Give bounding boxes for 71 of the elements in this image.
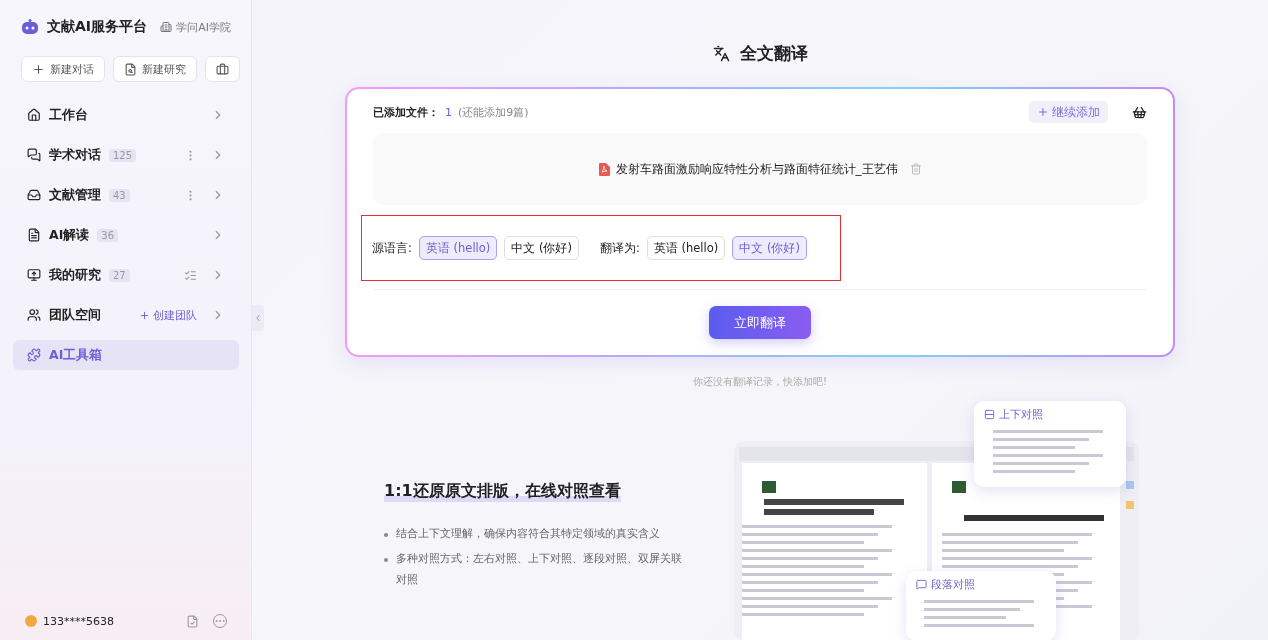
new-action-button[interactable]: 新建研究 <box>113 56 197 82</box>
count-badge: 27 <box>109 268 130 282</box>
briefcase-icon <box>216 62 229 76</box>
inbox-icon <box>27 188 41 202</box>
translate-icon <box>712 45 730 62</box>
files-label: 已添加文件： <box>373 104 439 120</box>
puzzle-icon <box>27 348 41 362</box>
people-icon <box>27 308 41 322</box>
home-icon <box>27 108 41 122</box>
nav-item[interactable]: 团队空间 创建团队 <box>13 300 239 330</box>
file-count: 1 <box>445 105 452 119</box>
pdf-file-icon <box>598 162 610 176</box>
nav-item[interactable]: 工作台 <box>13 100 239 130</box>
empty-history-note: 你还没有翻译记录，快添加吧! <box>693 375 827 389</box>
user-name: 133****5638 <box>43 614 114 628</box>
chevron-left-icon <box>253 313 263 323</box>
briefcase-button[interactable] <box>205 56 240 82</box>
nav-label: 工作台 <box>49 106 88 124</box>
nav-label: 文献管理 <box>49 186 101 204</box>
count-badge: 36 <box>97 228 119 242</box>
platform-title: 文献AI服务平台 <box>47 18 148 36</box>
nav-label: 学术对话 <box>49 146 101 164</box>
nav-item[interactable]: AI解读 36 <box>13 220 239 250</box>
feature-heading: 1:1还原原文排版，在线对照查看 <box>384 481 621 502</box>
message-icon <box>916 579 927 590</box>
delete-icon[interactable] <box>909 163 922 175</box>
collapse-sidebar-button[interactable] <box>252 305 264 331</box>
language-option[interactable]: 英语 (hello) <box>646 236 726 260</box>
language-label: 源语言: <box>372 240 412 256</box>
document-check-icon[interactable] <box>186 614 199 628</box>
robot-logo-icon <box>21 19 39 35</box>
nav-item[interactable]: 文献管理 43 <box>13 180 239 210</box>
plus-icon <box>139 309 150 321</box>
card-title: 上下对照 <box>999 407 1043 422</box>
file-name: 发射车路面激励响应特性分析与路面特征统计_王艺伟 <box>615 160 898 178</box>
document-search-icon <box>124 62 137 76</box>
new-action-button[interactable]: 新建对话 <box>21 56 105 82</box>
translate-button[interactable]: 立即翻译 <box>709 306 811 339</box>
language-option[interactable]: 英语 (hello) <box>418 236 498 260</box>
count-badge: 43 <box>109 188 130 202</box>
nav-label: 我的研究 <box>49 266 101 284</box>
page-title: 全文翻译 <box>739 42 808 65</box>
language-option[interactable]: 中文 (你好) <box>732 236 807 260</box>
bullet-dot-icon <box>384 533 388 537</box>
document-icon <box>27 228 41 242</box>
feature-bullet: 结合上下文理解，确保内容符合其特定领域的真实含义 <box>396 526 660 542</box>
create-team-link[interactable]: 创建团队 <box>139 307 197 323</box>
language-label: 翻译为: <box>599 240 640 256</box>
plus-icon <box>32 62 45 76</box>
nav-item[interactable]: 学术对话 125 <box>13 140 239 170</box>
rows-icon <box>984 409 995 420</box>
remaining-hint: (还能添加9篇) <box>458 104 529 120</box>
chat-icon <box>27 148 41 162</box>
feature-bullet: 多种对照方式：左右对照、上下对照、逐段对照、双屏关联对照 <box>396 550 683 588</box>
nav-label: AI解读 <box>49 226 90 244</box>
language-option[interactable]: 中文 (你好) <box>504 236 579 260</box>
nav-item[interactable]: AI工具箱 <box>13 340 239 370</box>
nav-label: AI工具箱 <box>49 346 103 364</box>
add-more-button[interactable]: 继续添加 <box>1029 101 1108 123</box>
plus-icon <box>1037 106 1049 118</box>
basket-icon[interactable] <box>1132 104 1147 120</box>
academy-link[interactable]: 学问AI学院 <box>160 19 231 35</box>
bullet-dot-icon <box>384 557 388 562</box>
count-badge: 125 <box>109 148 137 162</box>
building-icon <box>160 21 173 33</box>
nav-label: 团队空间 <box>49 306 101 324</box>
nav-item[interactable]: 我的研究 27 <box>13 260 239 290</box>
checklist-icon[interactable] <box>184 268 197 282</box>
user-avatar <box>25 615 37 627</box>
monitor-icon <box>27 268 41 282</box>
card-title: 段落对照 <box>931 577 975 592</box>
